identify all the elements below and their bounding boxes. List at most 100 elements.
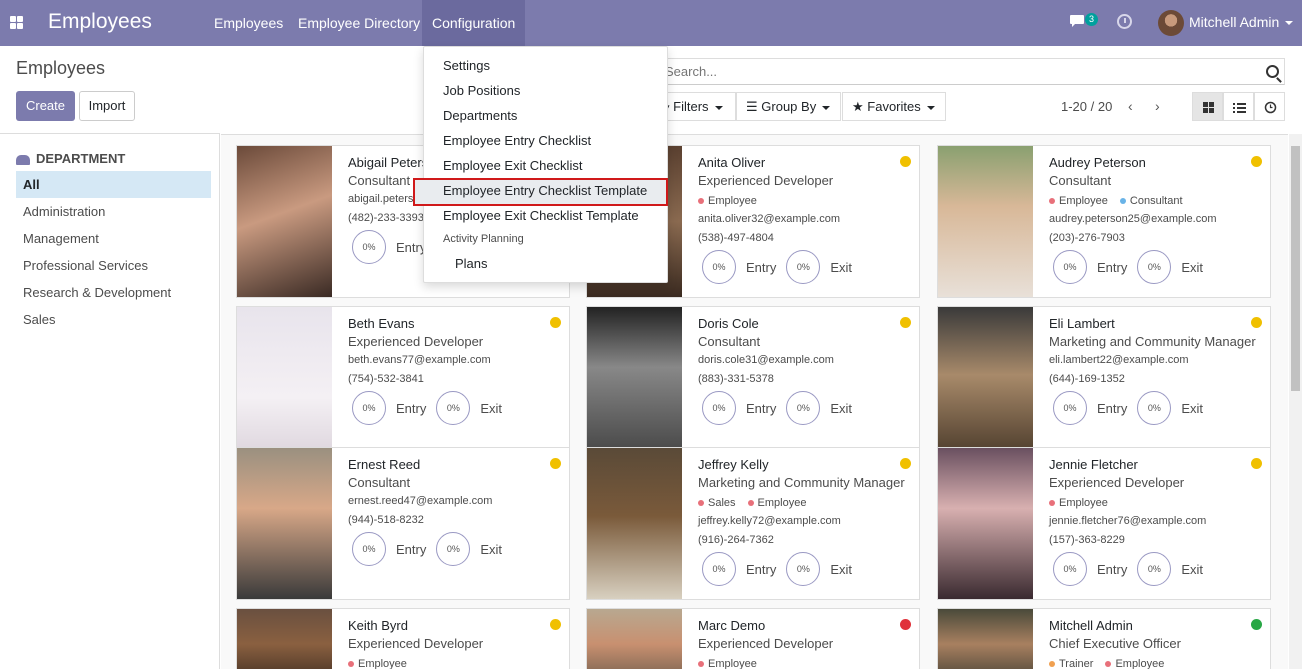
sidebar-item-research-development[interactable]: Research & Development [16,279,211,306]
app-brand[interactable]: Employees [48,10,152,34]
tag-color-dot [747,500,754,507]
employee-phone[interactable]: (157)-363-8229 [1049,534,1125,546]
employee-tags: Sales Employee [698,497,818,509]
employee-tags: Employee Consultant [1049,195,1195,207]
pager-next-icon[interactable]: › [1155,99,1165,113]
entry-progress-ring[interactable]: 0% [702,391,736,425]
entry-progress-ring[interactable]: 0% [352,391,386,425]
sidebar-item-all[interactable]: All [16,171,211,198]
entry-progress-ring[interactable]: 0% [1053,250,1087,284]
employee-card[interactable]: Jennie Fletcher Experienced Developer Empl… [937,447,1271,600]
employee-card[interactable]: Jeffrey Kelly Marketing and Community Man… [586,447,920,600]
menu-item-entry-checklist-template[interactable]: Employee Entry Checklist Template [443,183,647,198]
menu-configuration[interactable]: Configuration [422,0,526,46]
department-heading-label: DEPARTMENT [36,151,126,166]
presence-status-dot [550,619,561,630]
user-menu[interactable]: Mitchell Admin [1189,14,1294,30]
exit-progress-ring[interactable]: 0% [1137,391,1172,425]
employee-email[interactable]: audrey.peterson25@example.com [1049,213,1217,225]
employee-phone[interactable]: (916)-264-7362 [698,534,774,546]
pager-value[interactable]: 1-20 / 20 [1061,99,1112,114]
employee-tags: Employee [348,658,419,669]
menu-item-plans[interactable]: Plans [455,256,488,271]
group-by-button[interactable]: ☰ Group By [736,92,841,121]
menu-item-job-positions[interactable]: Job Positions [443,83,520,98]
employee-kanban: Abigail PetersonConsultantabigail.peters… [221,134,1288,669]
sidebar-item-professional-services[interactable]: Professional Services [16,252,211,279]
employee-job-title: Experienced Developer [348,334,484,349]
activity-view-button[interactable] [1254,92,1285,121]
employee-card[interactable]: Keith Byrd Experienced Developer Employee [236,608,570,669]
employee-card[interactable]: Doris Cole Consultant doris.cole31@example… [586,306,920,459]
entry-progress-ring[interactable]: 0% [352,532,386,566]
exit-progress-ring[interactable]: 0% [436,391,471,425]
scrollbar-thumb[interactable] [1291,146,1300,391]
employee-card[interactable]: Mitchell Admin Chief Executive Officer Tra… [937,608,1271,669]
create-button[interactable]: Create [16,91,75,121]
exit-progress-ring[interactable]: 0% [1137,250,1172,284]
tag-badge: Employee [1105,658,1170,669]
employee-card[interactable]: Ernest Reed Consultant ernest.reed47@examp… [236,447,570,600]
employee-card[interactable]: Marc Demo Experienced Developer Employee [586,608,920,669]
menu-item-entry-checklist[interactable]: Employee Entry Checklist [443,133,591,148]
employee-email[interactable]: eli.lambert22@example.com [1049,354,1189,366]
entry-progress-ring[interactable]: 0% [352,230,386,264]
menu-employee-directory[interactable]: Employee Directory [288,0,430,46]
employee-job-title: Marketing and Community Manager [698,475,905,490]
entry-progress-ring[interactable]: 0% [1053,552,1087,586]
menu-item-settings[interactable]: Settings [443,58,490,73]
menu-item-departments[interactable]: Departments [443,108,517,123]
sidebar-item-administration[interactable]: Administration [16,198,211,225]
exit-progress-ring[interactable]: 0% [786,391,821,425]
employee-email[interactable]: anita.oliver32@example.com [698,213,840,225]
employee-card[interactable]: Beth Evans Experienced Developer beth.evan… [236,306,570,459]
tag-label: Sales [708,497,736,509]
checklist-progress: 0% Entry 0% Exit [702,391,862,425]
favorites-button[interactable]: ★ Favorites [842,92,946,121]
apps-menu-icon[interactable] [10,16,23,29]
avatar[interactable] [1158,10,1184,36]
menu-item-exit-checklist[interactable]: Employee Exit Checklist [443,158,582,173]
employee-card[interactable]: Audrey Peterson Consultant Employee Consult… [937,145,1271,298]
employee-phone[interactable]: (538)-497-4804 [698,232,774,244]
employee-phone[interactable]: (883)-331-5378 [698,373,774,385]
exit-progress-ring[interactable]: 0% [1137,552,1172,586]
sidebar-item-management[interactable]: Management [16,225,211,252]
exit-progress-ring[interactable]: 0% [786,552,821,586]
employee-email[interactable]: jennie.fletcher76@example.com [1049,515,1206,527]
pager-previous-icon[interactable]: ‹ [1128,99,1138,113]
exit-progress-ring[interactable]: 0% [786,250,821,284]
tag-badge: Employee [747,497,813,509]
employee-email[interactable]: beth.evans77@example.com [348,354,491,366]
sidebar-item-sales[interactable]: Sales [16,306,211,333]
list-view-button[interactable] [1223,92,1254,121]
search-icon[interactable] [1266,65,1279,78]
menu-item-exit-checklist-template[interactable]: Employee Exit Checklist Template [443,208,639,223]
employee-phone[interactable]: (944)-518-8232 [348,514,424,526]
employee-phone[interactable]: (203)-276-7903 [1049,232,1125,244]
tag-label: Employee [358,658,407,669]
employee-phone[interactable]: (482)-233-3393 [348,212,424,224]
presence-status-dot [550,317,561,328]
tag-label: Employee [708,658,757,669]
kanban-view-button[interactable] [1192,92,1223,121]
employee-email[interactable]: ernest.reed47@example.com [348,495,492,507]
entry-label: Entry [1097,400,1128,416]
activity-clock-icon[interactable] [1117,14,1132,29]
employee-phone[interactable]: (754)-532-3841 [348,373,424,385]
import-button[interactable]: Import [79,91,135,121]
entry-progress-ring[interactable]: 0% [702,552,736,586]
entry-label: Entry [396,541,427,557]
search-input[interactable] [665,64,1225,79]
employee-card[interactable]: Eli Lambert Marketing and Community Manag… [937,306,1271,459]
employee-phone[interactable]: (644)-169-1352 [1049,373,1125,385]
scrollbar[interactable] [1289,134,1302,669]
exit-progress-ring[interactable]: 0% [436,532,471,566]
menu-employees[interactable]: Employees [204,0,293,46]
employee-email[interactable]: doris.cole31@example.com [698,354,834,366]
employee-email[interactable]: jeffrey.kelly72@example.com [698,515,841,527]
chat-icon[interactable] [1069,14,1085,28]
entry-progress-ring[interactable]: 0% [702,250,736,284]
tag-color-dot [1105,661,1112,668]
entry-progress-ring[interactable]: 0% [1053,391,1087,425]
